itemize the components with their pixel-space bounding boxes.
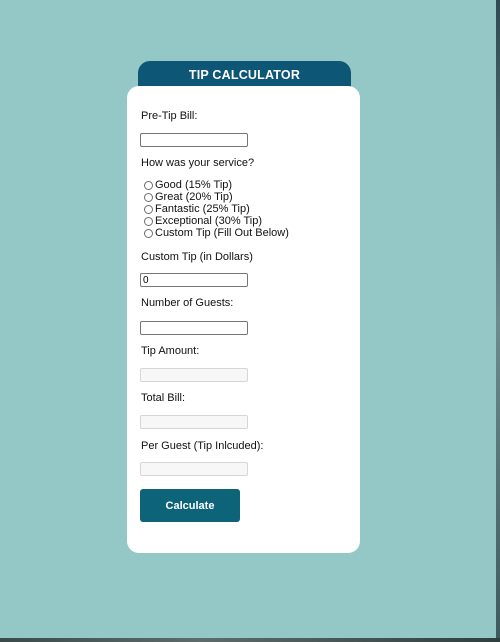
calculate-button[interactable]: Calculate [140, 489, 240, 522]
calculator-title-tab: TIP CALCULATOR [138, 61, 351, 88]
service-label: How was your service? [141, 157, 255, 169]
service-option-fantastic[interactable]: Fantastic (25% Tip) [144, 203, 250, 215]
radio-button[interactable] [144, 216, 153, 226]
background-edge-bottom [0, 638, 500, 642]
total-bill-label: Total Bill: [141, 392, 186, 404]
total-bill-output [140, 415, 248, 429]
radio-button[interactable] [144, 180, 153, 190]
tip-amount-label: Tip Amount: [141, 345, 200, 357]
service-option-label: Fantastic (25% Tip) [155, 203, 250, 215]
guests-input[interactable] [140, 321, 248, 335]
radio-button[interactable] [144, 204, 153, 214]
tip-amount-output [140, 368, 248, 382]
service-option-great[interactable]: Great (20% Tip) [144, 191, 233, 203]
service-option-label: Exceptional (30% Tip) [155, 215, 262, 227]
radio-button[interactable] [144, 192, 153, 202]
calculator-title: TIP CALCULATOR [188, 67, 301, 82]
service-option-label: Good (15% Tip) [155, 179, 233, 191]
per-guest-output [140, 462, 248, 476]
service-option-custom[interactable]: Custom Tip (Fill Out Below) [144, 227, 289, 239]
calculator-card: Pre-Tip Bill: How was your service? Good… [127, 86, 360, 553]
bill-label: Pre-Tip Bill: [141, 110, 198, 122]
service-option-exceptional[interactable]: Exceptional (30% Tip) [144, 215, 262, 227]
service-option-label: Custom Tip (Fill Out Below) [155, 227, 289, 239]
custom-tip-input[interactable] [140, 273, 248, 287]
service-option-label: Great (20% Tip) [155, 191, 233, 203]
background-edge-right [496, 0, 500, 642]
per-guest-label: Per Guest (Tip Inlcuded): [141, 440, 264, 452]
radio-button[interactable] [144, 228, 153, 238]
bill-input[interactable] [140, 133, 248, 147]
guests-label: Number of Guests: [141, 297, 234, 309]
custom-tip-label: Custom Tip (in Dollars) [141, 251, 253, 263]
service-option-good[interactable]: Good (15% Tip) [144, 179, 232, 191]
